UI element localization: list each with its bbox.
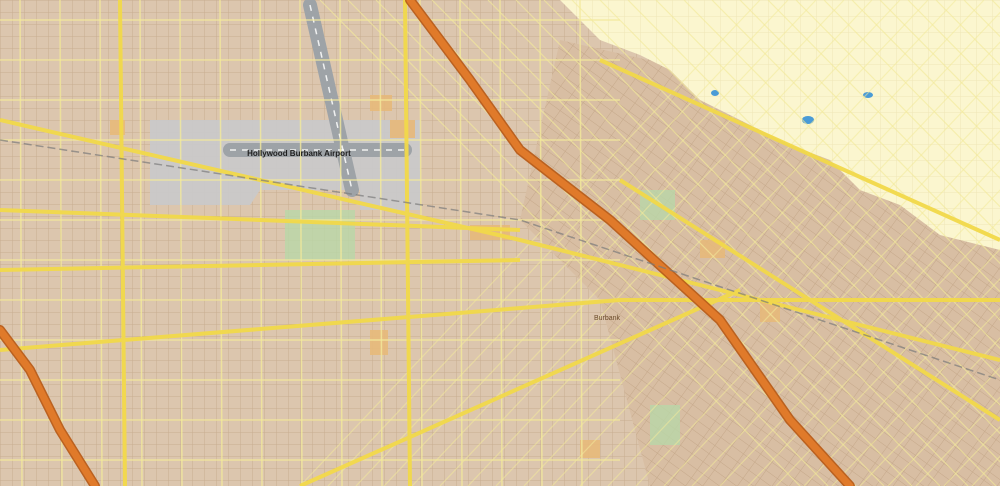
commercial-block <box>370 330 388 355</box>
commercial-block <box>390 120 415 138</box>
airport-label: Hollywood Burbank Airport <box>247 149 351 158</box>
park-area <box>285 210 355 260</box>
city-label: Burbank <box>594 315 621 322</box>
map-view[interactable]: Hollywood Burbank Airport Burbank <box>0 0 1000 486</box>
map-canvas[interactable]: Hollywood Burbank Airport Burbank <box>0 0 1000 486</box>
commercial-block <box>580 440 600 458</box>
